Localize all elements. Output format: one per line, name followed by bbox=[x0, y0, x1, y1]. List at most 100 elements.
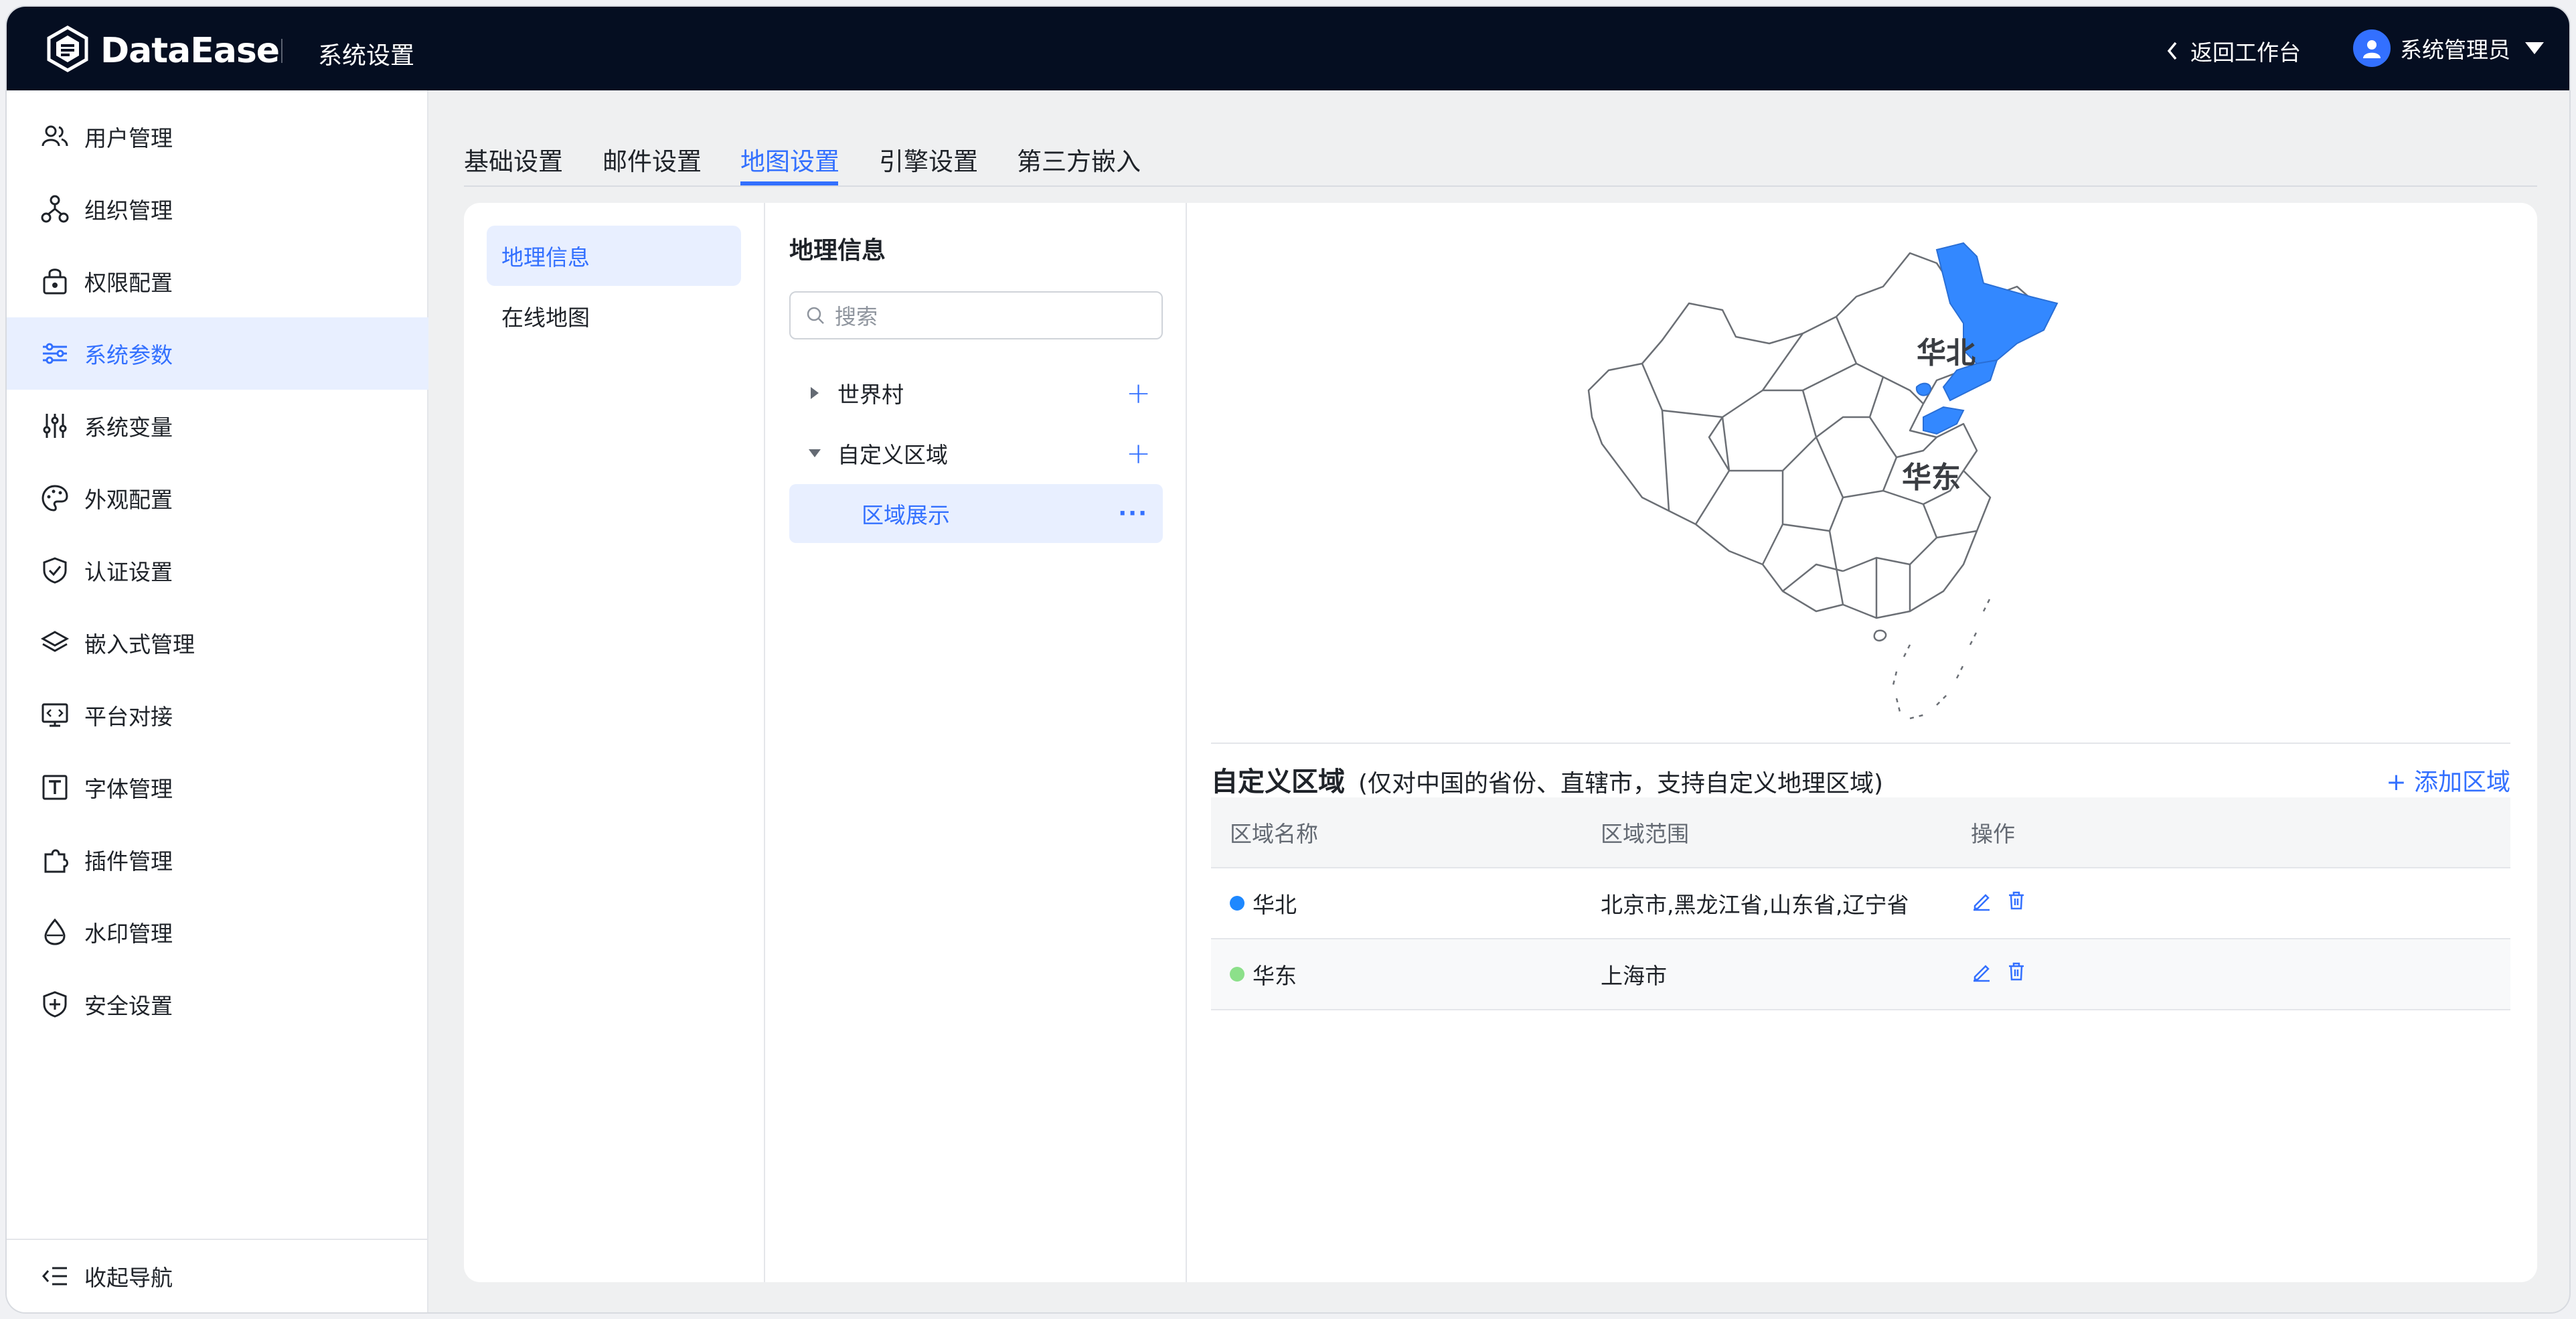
sidebar-item-embedded[interactable]: 嵌入式管理 bbox=[7, 607, 428, 679]
region-name: 华北 bbox=[1253, 892, 1297, 918]
region-scope: 北京市,黑龙江省,山东省,辽宁省 bbox=[1601, 892, 1909, 918]
region-color-dot bbox=[1230, 967, 1244, 982]
sidebar-item-system-variables[interactable]: 系统变量 bbox=[7, 390, 428, 462]
geo-tree-panel: 地理信息 搜索 世界村 + 自定义区域 + 区域展示 ··· bbox=[765, 203, 1187, 1282]
sidebar-item-users[interactable]: 用户管理 bbox=[7, 100, 428, 173]
tab-map[interactable]: 地图设置 bbox=[740, 141, 839, 177]
sidebar-item-label: 外观配置 bbox=[84, 487, 173, 513]
sidebar-item-fonts[interactable]: 字体管理 bbox=[7, 751, 428, 824]
user-icon bbox=[2363, 40, 2381, 58]
tab-basic[interactable]: 基础设置 bbox=[464, 141, 563, 177]
active-tab-indicator bbox=[740, 181, 838, 185]
submenu-online-map[interactable]: 在线地图 bbox=[487, 286, 741, 346]
geo-panel-title: 地理信息 bbox=[789, 237, 886, 264]
edit-icon[interactable] bbox=[1971, 890, 1992, 917]
sidebar-item-label: 安全设置 bbox=[84, 993, 173, 1019]
map-label-huadong: 华东 bbox=[1902, 461, 1961, 495]
sidebar-item-plugins[interactable]: 插件管理 bbox=[7, 824, 428, 896]
plugin-icon bbox=[40, 845, 70, 874]
tab-mail[interactable]: 邮件设置 bbox=[602, 141, 702, 177]
add-icon[interactable]: + bbox=[1126, 376, 1151, 410]
search-placeholder: 搜索 bbox=[835, 304, 878, 329]
sidebar-item-platform[interactable]: 平台对接 bbox=[7, 679, 428, 751]
sidebar-item-system-params[interactable]: 系统参数 bbox=[7, 317, 428, 390]
sidebar-item-permissions[interactable]: 权限配置 bbox=[7, 245, 428, 317]
edit-icon[interactable] bbox=[1971, 961, 1992, 988]
sidebar-item-security[interactable]: 安全设置 bbox=[7, 968, 428, 1040]
layers-icon bbox=[40, 628, 70, 657]
sidebar: 用户管理 组织管理 权限配置 系统参数 系统变量 外观配置 认证设置 嵌入式管理… bbox=[7, 90, 428, 1312]
collapse-arrow-icon[interactable] bbox=[801, 449, 828, 457]
tree-node-region-display[interactable]: 区域展示 ··· bbox=[789, 484, 1163, 543]
sidebar-item-label: 水印管理 bbox=[84, 921, 173, 947]
watermark-icon bbox=[40, 917, 70, 947]
avatar bbox=[2353, 29, 2391, 67]
sidebar-item-appearance[interactable]: 外观配置 bbox=[7, 462, 428, 534]
collapse-menu-icon bbox=[40, 1261, 70, 1291]
delete-icon[interactable] bbox=[2006, 961, 2027, 988]
search-icon bbox=[807, 307, 824, 324]
sidebar-item-watermark[interactable]: 水印管理 bbox=[7, 896, 428, 968]
collapse-nav-button[interactable]: 收起导航 bbox=[7, 1239, 428, 1312]
search-input[interactable]: 搜索 bbox=[789, 291, 1163, 339]
monitor-code-icon bbox=[40, 700, 70, 730]
column-header-actions: 操作 bbox=[1971, 821, 2015, 847]
user-name: 系统管理员 bbox=[2400, 37, 2510, 63]
china-map: 华北 华东 bbox=[1562, 216, 2138, 745]
sidebar-item-org[interactable]: 组织管理 bbox=[7, 173, 428, 245]
sidebar-item-label: 系统变量 bbox=[84, 414, 173, 441]
tree-node-custom-region[interactable]: 自定义区域 + bbox=[789, 424, 1163, 483]
tab-engine[interactable]: 引擎设置 bbox=[879, 141, 978, 177]
add-region-button[interactable]: + 添加区域 bbox=[2386, 763, 2510, 797]
tab-third-party[interactable]: 第三方嵌入 bbox=[1017, 141, 1141, 177]
sidebar-item-auth[interactable]: 认证设置 bbox=[7, 534, 428, 607]
sliders-icon bbox=[40, 339, 70, 368]
map-preview-panel: 华北 华东 自定义区域 (仅对中国的省份、直辖市，支持自定义地理区域) + 添加… bbox=[1187, 203, 2537, 1282]
custom-region-title: 自定义区域 bbox=[1211, 767, 1345, 797]
more-icon[interactable]: ··· bbox=[1118, 500, 1148, 527]
shield-check-icon bbox=[40, 556, 70, 585]
table-header: 区域名称 区域范围 操作 bbox=[1211, 797, 2510, 868]
header-divider bbox=[281, 39, 283, 63]
region-table: 区域名称 区域范围 操作 华北 北京市,黑龙江省,山东省,辽宁省 华东 上海市 bbox=[1211, 797, 2510, 1010]
region-color-dot bbox=[1230, 896, 1244, 911]
add-icon[interactable]: + bbox=[1126, 437, 1151, 471]
sidebar-item-label: 组织管理 bbox=[84, 198, 173, 224]
user-menu[interactable]: 系统管理员 bbox=[2353, 29, 2544, 67]
map-submenu: 地理信息 在线地图 bbox=[464, 203, 765, 1282]
expand-arrow-icon[interactable] bbox=[801, 387, 828, 399]
back-label: 返回工作台 bbox=[2190, 40, 2301, 66]
palette-icon bbox=[40, 483, 70, 513]
column-header-name: 区域名称 bbox=[1230, 821, 1318, 847]
settings-tabs: 基础设置 邮件设置 地图设置 引擎设置 第三方嵌入 bbox=[464, 131, 2537, 187]
sidebar-item-label: 字体管理 bbox=[84, 776, 173, 802]
variables-icon bbox=[40, 411, 70, 441]
china-map-svg bbox=[1587, 242, 2059, 720]
table-row: 华北 北京市,黑龙江省,山东省,辽宁省 bbox=[1211, 868, 2510, 939]
users-icon bbox=[40, 122, 70, 151]
sidebar-item-label: 嵌入式管理 bbox=[84, 631, 195, 657]
org-icon bbox=[40, 194, 70, 224]
shield-plus-icon bbox=[40, 990, 70, 1019]
back-to-workbench-link[interactable]: 返回工作台 bbox=[2164, 35, 2301, 67]
sidebar-item-label: 用户管理 bbox=[84, 125, 173, 151]
chevron-left-icon bbox=[2167, 42, 2177, 60]
top-bar: DataEase 系统设置 返回工作台 系统管理员 bbox=[7, 7, 2569, 90]
region-scope: 上海市 bbox=[1601, 963, 1667, 989]
sidebar-item-label: 插件管理 bbox=[84, 848, 173, 874]
delete-icon[interactable] bbox=[2006, 890, 2027, 917]
sidebar-item-label: 系统参数 bbox=[84, 342, 173, 368]
column-header-scope: 区域范围 bbox=[1601, 821, 1689, 847]
app-window: DataEase 系统设置 返回工作台 系统管理员 用户管理 组织管理 权限配置 bbox=[7, 7, 2569, 1312]
brand-name: DataEase bbox=[100, 31, 280, 71]
page-title: 系统设置 bbox=[318, 42, 415, 70]
lock-icon bbox=[40, 266, 70, 296]
tree-node-label: 世界村 bbox=[837, 382, 904, 408]
submenu-geo-info[interactable]: 地理信息 bbox=[487, 226, 741, 286]
map-label-huabei: 华北 bbox=[1917, 336, 1976, 370]
tree-node-world[interactable]: 世界村 + bbox=[789, 364, 1163, 422]
map-settings-card: 地理信息 在线地图 地理信息 搜索 世界村 + 自定义区域 + 区域展示 ··· bbox=[464, 203, 2537, 1282]
table-row: 华东 上海市 bbox=[1211, 939, 2510, 1010]
collapse-label: 收起导航 bbox=[84, 1265, 173, 1291]
font-icon bbox=[40, 773, 70, 802]
